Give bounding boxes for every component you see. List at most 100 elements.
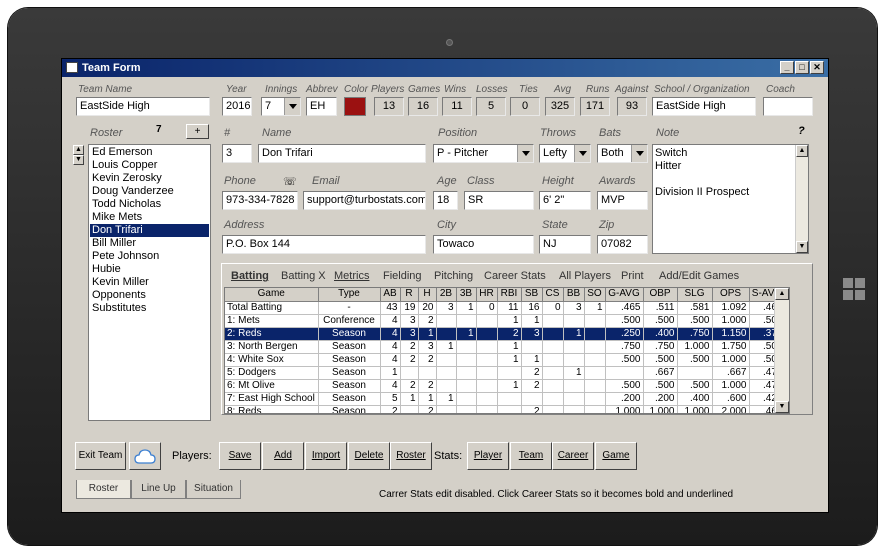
table-cell[interactable]: Total Batting bbox=[225, 301, 319, 315]
add-roster-button[interactable]: + bbox=[186, 124, 209, 139]
table-cell[interactable]: 1 bbox=[563, 366, 585, 380]
table-cell[interactable] bbox=[584, 405, 606, 413]
tab-print[interactable]: Print bbox=[621, 270, 644, 282]
table-cell[interactable]: .750 bbox=[605, 340, 644, 354]
tab-add-edit-games[interactable]: Add/Edit Games bbox=[659, 270, 739, 282]
table-cell[interactable] bbox=[436, 314, 457, 328]
table-cell[interactable]: 1.000 bbox=[677, 340, 713, 354]
table-row[interactable]: 1: Mets Conference 4 3 2 1 1.500.500.500 1.000.… bbox=[225, 314, 786, 328]
table-cell[interactable]: 0 bbox=[476, 301, 498, 315]
table-cell[interactable]: 2 bbox=[521, 405, 543, 413]
table-cell[interactable]: .667 bbox=[643, 366, 678, 380]
awards-field[interactable]: MVP bbox=[597, 191, 648, 210]
table-cell[interactable]: 1 bbox=[497, 353, 522, 367]
table-cell[interactable] bbox=[542, 340, 564, 354]
table-cell[interactable]: .500 bbox=[643, 379, 678, 393]
roster-item-selected[interactable]: Don Trifari bbox=[90, 224, 209, 237]
table-cell[interactable]: 3 bbox=[418, 340, 437, 354]
table-cell[interactable]: .200 bbox=[643, 392, 678, 406]
table-cell[interactable] bbox=[542, 379, 564, 393]
column-header[interactable]: OBP bbox=[643, 288, 678, 302]
table-cell[interactable]: 2 bbox=[418, 353, 437, 367]
roster-list[interactable]: Ed Emerson Louis Copper Kevin Zerosky Do… bbox=[88, 144, 211, 421]
table-cell[interactable]: 1 bbox=[497, 314, 522, 328]
close-button[interactable]: ✕ bbox=[810, 61, 824, 74]
table-cell[interactable]: 0 bbox=[542, 301, 564, 315]
tab-all-players[interactable]: All Players bbox=[559, 270, 611, 282]
city-field[interactable]: Towaco bbox=[433, 235, 534, 254]
column-header[interactable]: G-AVG bbox=[605, 288, 644, 302]
table-cell[interactable]: 3 bbox=[563, 301, 585, 315]
table-row[interactable]: Total Batting -43 19 20 3 1 0 11 16 0 3 1.465.511.5… bbox=[225, 301, 786, 315]
column-header[interactable]: SO bbox=[584, 288, 606, 302]
innings-dropdown[interactable]: 7 bbox=[261, 97, 301, 116]
position-dropdown[interactable]: P - Pitcher bbox=[433, 144, 534, 163]
exit-team-button[interactable]: Exit Team bbox=[75, 442, 126, 470]
table-cell[interactable] bbox=[476, 353, 498, 367]
table-cell[interactable]: 1 bbox=[497, 379, 522, 393]
table-row[interactable]: 3: North Bergen Season 4 2 3 1 1.750.750 1.000 1… bbox=[225, 340, 786, 354]
windows-logo-icon[interactable] bbox=[843, 278, 865, 300]
table-cell[interactable] bbox=[563, 340, 585, 354]
email-field[interactable]: support@turbostats.com bbox=[303, 191, 426, 210]
table-cell[interactable]: .667 bbox=[712, 366, 750, 380]
table-cell[interactable]: Season bbox=[318, 340, 381, 354]
column-header[interactable]: H bbox=[418, 288, 437, 302]
phone-icon[interactable]: ☏ bbox=[283, 175, 297, 188]
table-cell[interactable]: 4: White Sox bbox=[225, 353, 319, 367]
table-cell[interactable]: 1: Mets bbox=[225, 314, 319, 328]
table-cell[interactable]: 1 bbox=[563, 327, 585, 341]
table-cell[interactable]: .500 bbox=[605, 314, 644, 328]
grid-scrollbar[interactable]: ▲ ▼ bbox=[774, 288, 789, 413]
roster-item[interactable]: Hubie bbox=[90, 263, 209, 276]
table-cell[interactable] bbox=[456, 405, 477, 413]
column-header[interactable]: SB bbox=[521, 288, 543, 302]
table-cell[interactable] bbox=[563, 353, 585, 367]
name-field[interactable]: Don Trifari bbox=[258, 144, 426, 163]
tab-pitching[interactable]: Pitching bbox=[434, 270, 473, 282]
table-cell[interactable] bbox=[542, 392, 564, 406]
table-cell[interactable]: .500 bbox=[643, 314, 678, 328]
table-cell[interactable]: 1.000 bbox=[712, 379, 750, 393]
column-header[interactable]: HR bbox=[476, 288, 498, 302]
table-cell[interactable] bbox=[497, 366, 522, 380]
table-cell[interactable]: .465 bbox=[605, 301, 644, 315]
save-button[interactable]: Save bbox=[219, 442, 261, 470]
table-cell[interactable]: .500 bbox=[677, 353, 713, 367]
table-cell[interactable]: 1.092 bbox=[712, 301, 750, 315]
table-cell[interactable]: 3 bbox=[400, 314, 419, 328]
column-header[interactable]: SLG bbox=[677, 288, 713, 302]
table-cell[interactable]: 4 bbox=[380, 327, 401, 341]
coach-field[interactable] bbox=[763, 97, 813, 116]
table-cell[interactable]: 11 bbox=[497, 301, 522, 315]
roster-item[interactable]: Louis Copper bbox=[90, 159, 209, 172]
table-cell[interactable] bbox=[476, 366, 498, 380]
table-row[interactable]: 4: White Sox Season 4 2 2 1 1.500.500.500 1.000… bbox=[225, 353, 786, 367]
roster-item[interactable]: Mike Mets bbox=[90, 211, 209, 224]
table-cell[interactable] bbox=[605, 366, 644, 380]
table-cell[interactable] bbox=[476, 405, 498, 413]
help-icon[interactable]: ? bbox=[798, 125, 805, 137]
column-header[interactable]: R bbox=[400, 288, 419, 302]
column-header[interactable]: Type bbox=[318, 288, 381, 302]
throws-dropdown[interactable]: Lefty bbox=[539, 144, 591, 163]
team-name-field[interactable]: EastSide High bbox=[76, 97, 210, 116]
table-cell[interactable] bbox=[563, 379, 585, 393]
table-cell[interactable]: 4 bbox=[380, 353, 401, 367]
column-header[interactable]: AB bbox=[380, 288, 401, 302]
column-header[interactable]: CS bbox=[542, 288, 564, 302]
table-cell[interactable]: .400 bbox=[643, 327, 678, 341]
tab-batting[interactable]: Batting bbox=[231, 270, 269, 282]
table-cell[interactable]: 1.000 bbox=[643, 405, 678, 413]
table-cell[interactable]: 43 bbox=[380, 301, 401, 315]
table-row[interactable]: 7: East High School Season 5 1 1 1.200.200.40… bbox=[225, 392, 786, 406]
table-cell[interactable]: .750 bbox=[643, 340, 678, 354]
table-cell[interactable]: 1 bbox=[436, 392, 457, 406]
table-row[interactable]: 5: Dodgers Season 1 2 1.667.667.471 bbox=[225, 366, 786, 380]
team-color-swatch[interactable] bbox=[344, 97, 366, 116]
table-cell[interactable]: 3: North Bergen bbox=[225, 340, 319, 354]
roster-item[interactable]: Ed Emerson bbox=[90, 146, 209, 159]
table-cell[interactable]: .250 bbox=[605, 327, 644, 341]
table-cell[interactable] bbox=[542, 405, 564, 413]
table-cell[interactable]: 1.150 bbox=[712, 327, 750, 341]
